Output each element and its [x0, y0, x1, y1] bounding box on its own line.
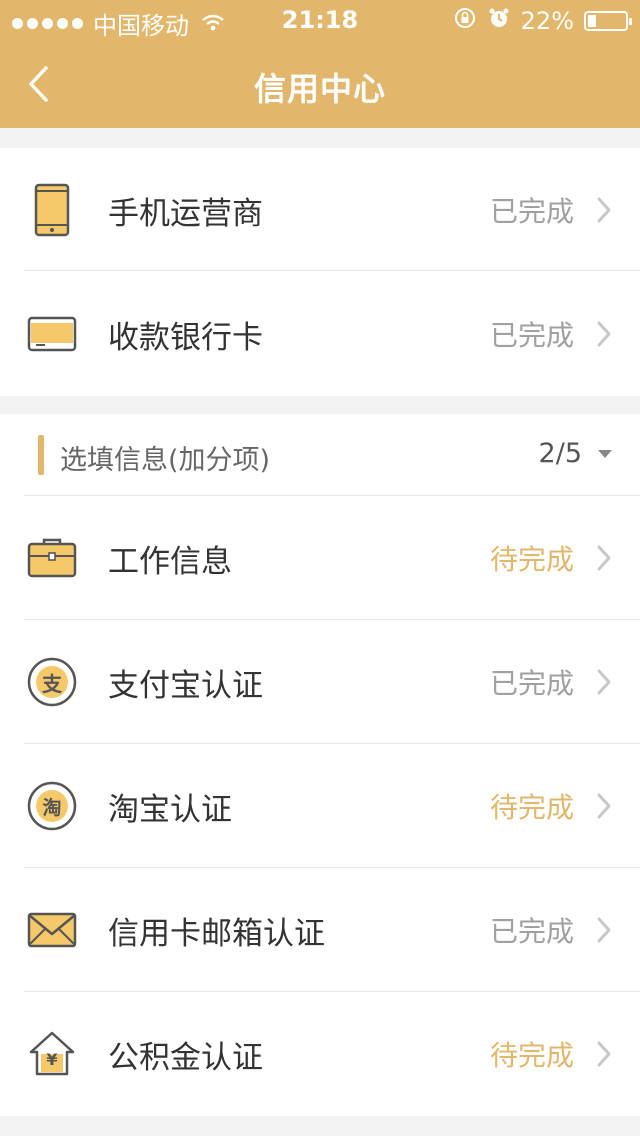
mail-icon	[26, 904, 78, 956]
required-items-card: 手机运营商 已完成 收款银行卡 已完成	[0, 148, 640, 396]
page-title: 信用中心	[253, 70, 386, 108]
list-item-housing-fund[interactable]: ¥ 公积金认证 待完成	[0, 992, 640, 1116]
taobao-glyph: 淘	[42, 796, 62, 819]
battery-level	[588, 15, 596, 27]
top-bar: 中国移动 21:18 22% 信用中心	[0, 0, 640, 128]
briefcase-icon	[26, 532, 78, 584]
status-text: 已完成	[489, 915, 574, 948]
alipay-icon: 支	[26, 656, 78, 708]
status-text: 待完成	[489, 791, 574, 824]
list-item-taobao[interactable]: 淘 淘宝认证 待完成	[0, 744, 640, 868]
item-label: 信用卡邮箱认证	[108, 915, 325, 952]
status-text: 待完成	[489, 543, 574, 576]
item-label: 公积金认证	[108, 1039, 263, 1076]
chevron-right-icon	[597, 1041, 611, 1067]
list-item-alipay[interactable]: 支 支付宝认证 已完成	[0, 620, 640, 744]
item-label: 收款银行卡	[108, 319, 263, 356]
phone-icon	[26, 183, 78, 237]
list-item-work-info[interactable]: 工作信息 待完成	[0, 496, 640, 620]
optional-section-header[interactable]: 选填信息(加分项) 2/5	[0, 414, 640, 496]
status-text: 已完成	[489, 319, 574, 352]
bank-card-icon	[26, 308, 78, 360]
chevron-right-icon	[597, 793, 611, 819]
section-accent-bar	[38, 435, 44, 475]
status-text: 待完成	[489, 1039, 574, 1072]
nav-bar: 信用中心	[0, 40, 640, 128]
chevron-right-icon	[597, 321, 611, 347]
status-right: 22%	[453, 6, 632, 36]
list-item-credit-card-mail[interactable]: 信用卡邮箱认证 已完成	[0, 868, 640, 992]
section-title: 选填信息(加分项)	[60, 445, 271, 476]
alarm-icon	[487, 6, 511, 36]
chevron-right-icon	[597, 917, 611, 943]
rotation-lock-icon	[453, 6, 477, 36]
caret-down-icon[interactable]	[598, 450, 612, 458]
housing-fund-icon: ¥	[26, 1028, 78, 1080]
chevron-right-icon	[597, 545, 611, 571]
battery-icon	[584, 11, 632, 31]
list-item-bank-card[interactable]: 收款银行卡 已完成	[0, 272, 640, 396]
item-label: 手机运营商	[108, 195, 263, 232]
divider	[24, 270, 640, 271]
status-bar: 中国移动 21:18 22%	[0, 0, 640, 40]
status-text: 已完成	[489, 667, 574, 700]
item-label: 淘宝认证	[108, 791, 232, 828]
status-text: 已完成	[489, 195, 574, 228]
chevron-right-icon	[597, 197, 611, 223]
alipay-glyph: 支	[42, 671, 62, 696]
list-item-phone-carrier[interactable]: 手机运营商 已完成	[0, 148, 640, 272]
housing-fund-glyph: ¥	[46, 1050, 58, 1069]
item-label: 支付宝认证	[108, 667, 263, 704]
battery-percent: 22%	[520, 7, 574, 35]
section-count: 2/5	[538, 438, 582, 469]
taobao-icon: 淘	[26, 780, 78, 832]
chevron-right-icon	[597, 669, 611, 695]
item-label: 工作信息	[108, 543, 232, 580]
optional-items-card: 选填信息(加分项) 2/5 工作信息 待完成 支 支付宝认证 已完成 淘 淘宝认…	[0, 414, 640, 1116]
